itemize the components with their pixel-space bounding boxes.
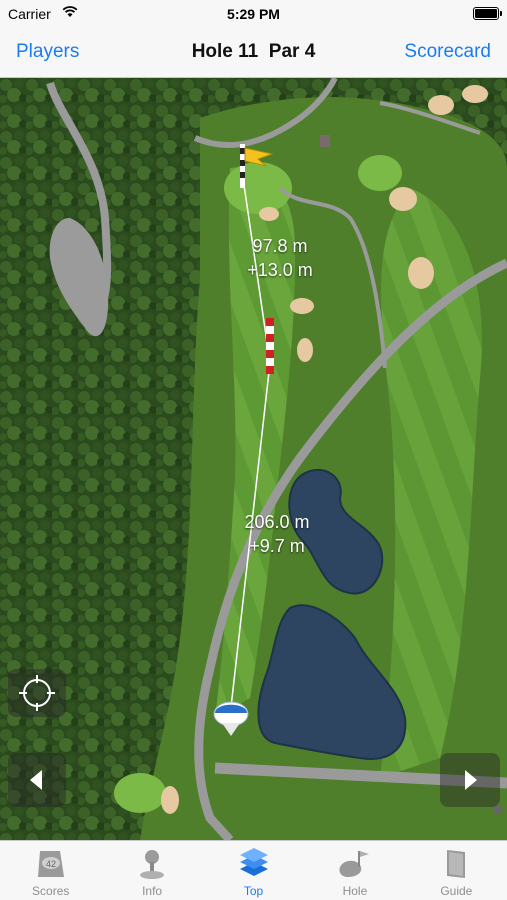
- guide-icon: [447, 850, 466, 878]
- tab-top-label: Top: [243, 884, 264, 898]
- scorecard-button[interactable]: Scorecard: [404, 41, 491, 63]
- tab-hole[interactable]: Hole: [304, 841, 405, 900]
- hole-icon: [339, 851, 369, 877]
- target-marker-icon[interactable]: [266, 318, 274, 374]
- pin-distance: 97.8 m: [252, 236, 308, 256]
- tab-info-label: Info: [142, 884, 163, 898]
- locate-button[interactable]: [8, 669, 66, 717]
- svg-text:42: 42: [46, 859, 56, 869]
- battery-icon: [473, 7, 502, 20]
- crosshair-icon: [19, 675, 55, 711]
- tab-guide-label: Guide: [440, 884, 473, 898]
- tab-scores-label: Scores: [32, 884, 70, 898]
- arrow-right-icon: [465, 770, 477, 790]
- scores-icon: 42: [37, 851, 64, 877]
- tab-scores[interactable]: 42 Scores: [0, 841, 101, 900]
- tab-guide[interactable]: Guide: [406, 841, 507, 900]
- status-bar: Carrier 5:29 PM: [0, 0, 507, 28]
- tab-bar: 42 Scores Info Top Hole Guide: [0, 840, 507, 900]
- previous-hole-button[interactable]: [8, 753, 66, 807]
- aerial-map: [0, 78, 507, 840]
- tab-top[interactable]: Top: [203, 841, 304, 900]
- tee-elevation: +9.7 m: [249, 536, 305, 556]
- next-hole-button[interactable]: [440, 753, 500, 807]
- tee-distance: 206.0 m: [244, 512, 310, 532]
- arrow-left-icon: [30, 770, 42, 790]
- player-position-icon[interactable]: [212, 698, 250, 738]
- clock: 5:29 PM: [227, 6, 280, 22]
- navigation-bar: Players Hole 11 Par 4 Scorecard: [0, 28, 507, 78]
- flag-pin-icon[interactable]: [236, 144, 276, 188]
- players-button[interactable]: Players: [16, 41, 79, 63]
- distance-to-pin-label: 97.8 m +13.0 m: [215, 234, 345, 282]
- info-icon: [140, 850, 165, 879]
- hole-map[interactable]: 97.8 m +13.0 m 206.0 m +9.7 m: [0, 78, 507, 840]
- distance-from-tee-label: 206.0 m +9.7 m: [212, 510, 342, 558]
- tab-hole-label: Hole: [342, 884, 368, 898]
- pin-elevation: +13.0 m: [247, 260, 313, 280]
- top-icon: [239, 848, 268, 876]
- tab-info[interactable]: Info: [101, 841, 202, 900]
